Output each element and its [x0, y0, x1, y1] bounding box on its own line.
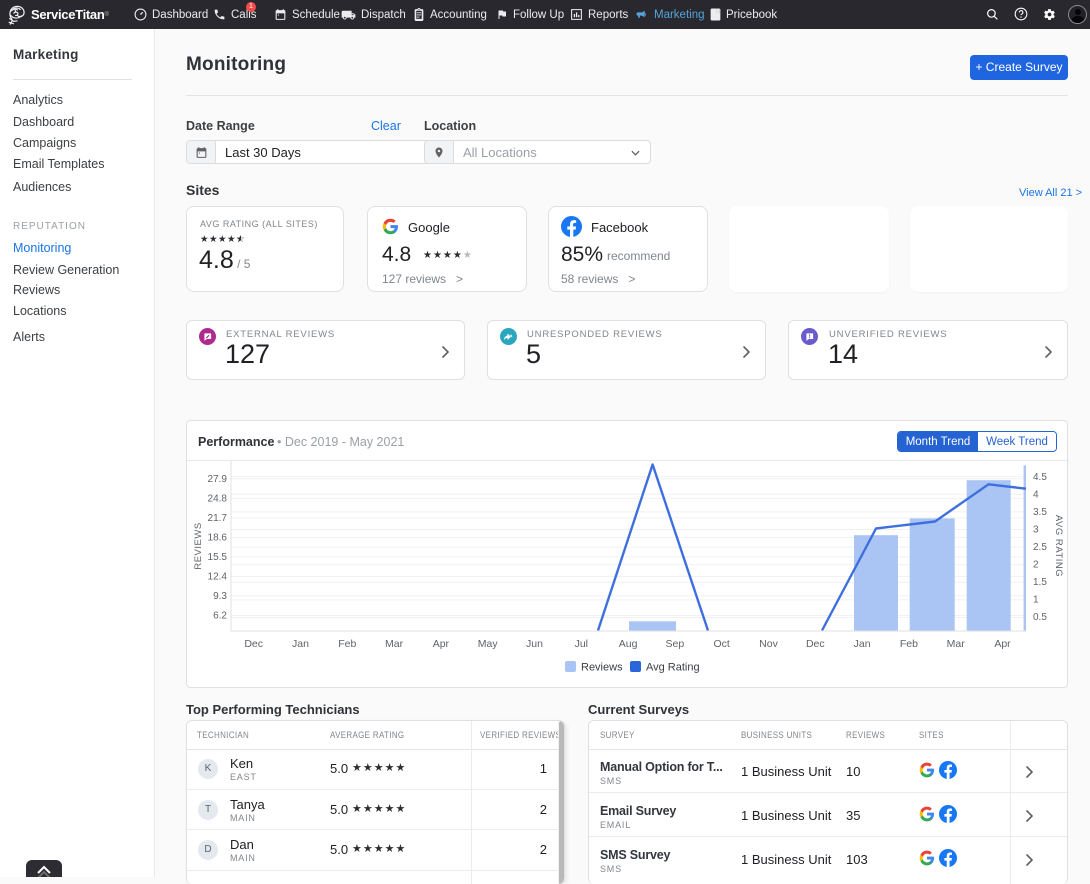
- svg-text:May: May: [478, 638, 499, 650]
- svg-text:18.6: 18.6: [208, 533, 228, 544]
- svg-text:2: 2: [1033, 560, 1039, 571]
- svg-text:15.5: 15.5: [208, 552, 228, 563]
- svg-text:0.5: 0.5: [1033, 612, 1047, 623]
- svg-text:Reviews: Reviews: [581, 662, 623, 674]
- svg-text:Jan: Jan: [292, 638, 309, 650]
- svg-text:Oct: Oct: [714, 638, 730, 650]
- svg-text:4.5: 4.5: [1033, 472, 1047, 483]
- svg-text:Jun: Jun: [526, 638, 543, 650]
- svg-text:27.9: 27.9: [208, 474, 228, 485]
- svg-text:Dec: Dec: [806, 638, 825, 650]
- svg-text:Mar: Mar: [947, 638, 966, 650]
- svg-text:1.5: 1.5: [1033, 577, 1047, 588]
- svg-text:Nov: Nov: [759, 638, 778, 650]
- svg-text:AVG RATING: AVG RATING: [1053, 515, 1064, 577]
- svg-text:2.5: 2.5: [1033, 542, 1047, 553]
- svg-text:3.5: 3.5: [1033, 507, 1047, 518]
- svg-text:Apr: Apr: [994, 638, 1011, 650]
- svg-text:Mar: Mar: [385, 638, 404, 650]
- svg-text:Feb: Feb: [900, 638, 918, 650]
- svg-text:24.8: 24.8: [208, 494, 228, 505]
- svg-text:9.3: 9.3: [213, 591, 227, 602]
- svg-text:12.4: 12.4: [208, 572, 228, 583]
- svg-text:Feb: Feb: [338, 638, 356, 650]
- svg-text:Sep: Sep: [666, 638, 685, 650]
- svg-text:4: 4: [1033, 490, 1039, 501]
- svg-text:6.2: 6.2: [213, 611, 227, 622]
- svg-text:3: 3: [1033, 525, 1039, 536]
- svg-text:Jul: Jul: [575, 638, 588, 650]
- svg-text:1: 1: [1033, 595, 1039, 606]
- svg-text:REVIEWS: REVIEWS: [193, 522, 204, 569]
- svg-text:Aug: Aug: [619, 638, 638, 650]
- svg-text:21.7: 21.7: [208, 513, 228, 524]
- svg-text:Avg Rating: Avg Rating: [646, 662, 700, 674]
- svg-text:Dec: Dec: [244, 638, 263, 650]
- svg-text:Jan: Jan: [854, 638, 871, 650]
- svg-text:Apr: Apr: [433, 638, 450, 650]
